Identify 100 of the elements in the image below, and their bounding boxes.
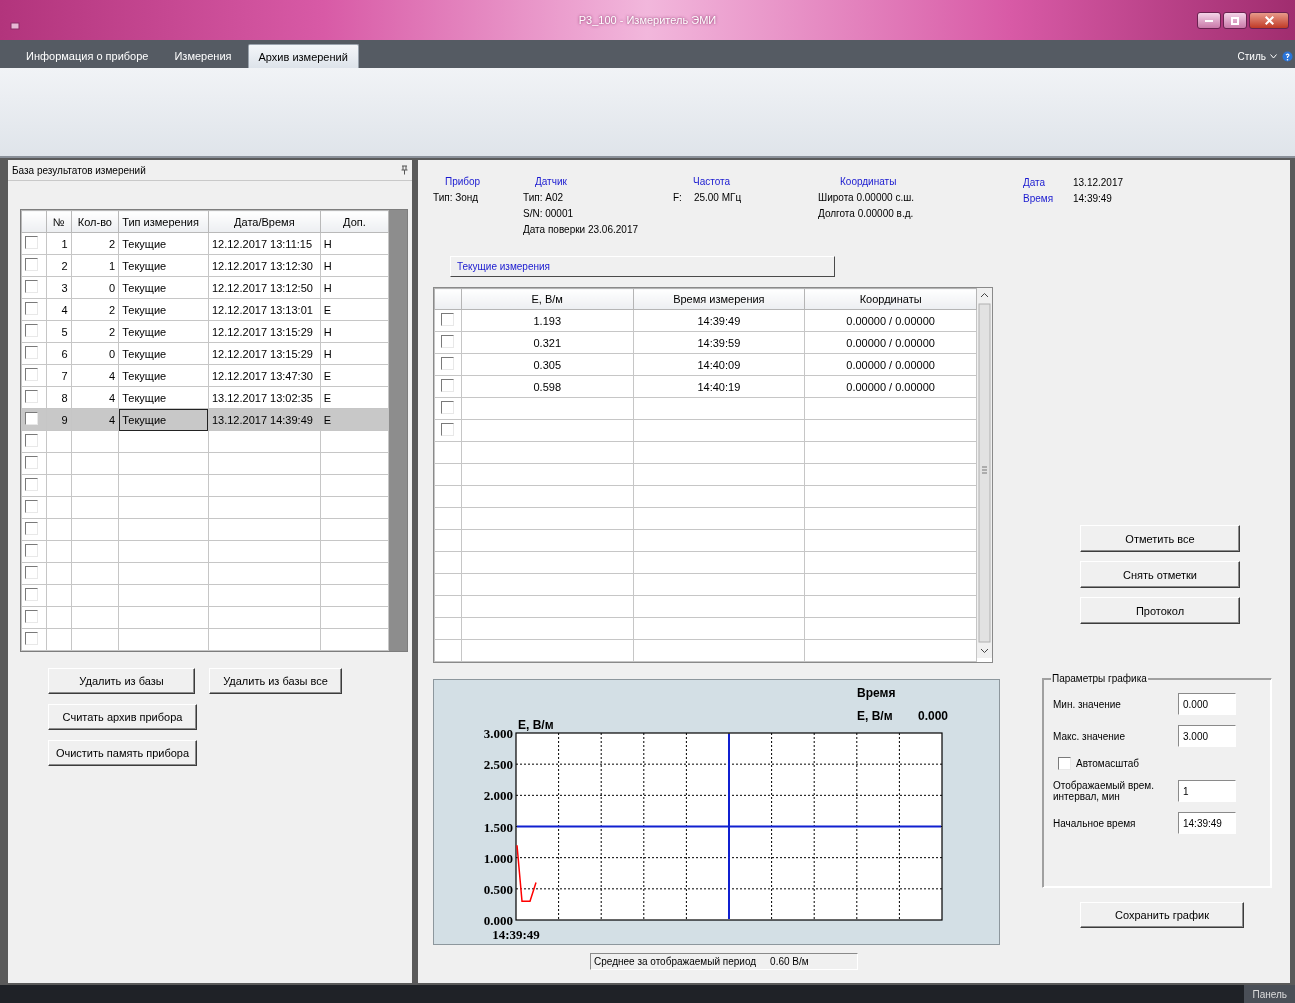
checkbox[interactable] (25, 258, 38, 271)
checkbox[interactable] (25, 478, 38, 491)
checkbox[interactable] (25, 610, 38, 623)
table-cell: 0 (109, 281, 116, 294)
table-cell: Текущие (122, 347, 167, 360)
checkbox[interactable] (25, 544, 38, 557)
close-button[interactable] (1249, 12, 1289, 29)
table-cell: Н (323, 325, 332, 338)
readout-value: 0.000 (918, 709, 949, 723)
checkbox[interactable] (441, 357, 455, 370)
table-cell: 4 (61, 303, 68, 316)
save-chart-button[interactable]: Сохранить график (1080, 902, 1244, 928)
checkbox[interactable] (1058, 757, 1071, 770)
maximize-button[interactable] (1223, 12, 1247, 29)
checkbox[interactable] (25, 588, 38, 601)
table-cell: 2 (109, 303, 116, 316)
read-archive-button[interactable]: Считать архив прибора (48, 704, 197, 730)
window-title: Р3_100 - Измеритель ЭМИ (578, 14, 717, 26)
column-header: Доп. (320, 210, 389, 233)
input-field[interactable]: 0.000 (1178, 693, 1236, 715)
scrollbar[interactable] (977, 288, 992, 658)
checkbox[interactable] (25, 368, 38, 381)
info-text: Дата поверки 23.06.2017 (523, 224, 639, 235)
table-cell: 4 (109, 369, 116, 382)
tab[interactable]: Измерения (164, 44, 242, 68)
input-field[interactable]: 1 (1178, 780, 1236, 802)
clear-memory-button[interactable]: Очистить память прибора (48, 740, 197, 766)
table-cell: Е (323, 413, 332, 426)
mark-all-button[interactable]: Отметить все (1080, 525, 1240, 552)
info-text: S/N: 00001 (523, 208, 575, 219)
table-cell: Е (323, 303, 332, 316)
info-text: Долгота 0.00000 в.д. (818, 208, 915, 219)
checkbox[interactable] (25, 456, 38, 469)
report-button[interactable]: Протокол (1080, 597, 1240, 624)
readout-label: E, В/м (857, 709, 893, 723)
checkbox[interactable] (25, 346, 38, 359)
table-cell: 7 (61, 369, 68, 382)
pin-icon[interactable] (401, 165, 408, 175)
field-label: Начальное время (1053, 817, 1137, 829)
checkbox[interactable] (25, 566, 38, 579)
cursor-line[interactable] (516, 825, 942, 828)
checkbox[interactable] (25, 412, 38, 425)
section-label: Прибор (444, 176, 482, 187)
signal-trace (516, 844, 537, 903)
delete-button[interactable]: Удалить из базы (48, 668, 195, 694)
axis-title: E, В/м (518, 718, 554, 732)
y-tick-label: 2.500 (483, 757, 513, 773)
input-field[interactable]: 14:39:49 (1178, 812, 1236, 834)
delete-all-button[interactable]: Удалить из базы все (209, 668, 342, 694)
scrollbar[interactable] (389, 210, 407, 651)
section-label: Координаты (839, 176, 898, 187)
table-cell: Н (323, 281, 332, 294)
table-cell: Текущие (122, 369, 167, 382)
info-text: Тип: Зонд (433, 192, 480, 203)
column-header: Тип измерения (118, 210, 209, 233)
table-cell: 9 (61, 413, 68, 426)
table-cell: 14:40:09 (697, 358, 741, 371)
checkbox[interactable] (441, 335, 455, 348)
checkbox[interactable] (25, 522, 38, 535)
tab[interactable]: Архив измерений (247, 44, 359, 68)
checkbox[interactable] (25, 280, 38, 293)
table-cell: 12.12.2017 13:12:50 (211, 281, 313, 294)
checkbox[interactable] (25, 302, 38, 315)
help-icon[interactable] (1282, 50, 1293, 62)
table-cell: 0.321 (533, 336, 561, 349)
field-value: 0.60 В/м (770, 956, 809, 967)
table-cell: Текущие (122, 303, 167, 316)
checkbox[interactable] (441, 401, 455, 414)
minimize-button[interactable] (1197, 12, 1221, 29)
unmark-button[interactable]: Снять отметки (1080, 561, 1240, 588)
checkbox[interactable] (25, 632, 38, 645)
panel-title: База результатов измерений (12, 164, 146, 176)
table-cell: 5 (61, 325, 68, 338)
checkbox[interactable] (25, 500, 38, 513)
table-cell: 1.193 (533, 314, 561, 327)
checkbox[interactable] (441, 313, 455, 326)
checkbox[interactable] (25, 434, 38, 447)
table-cell: Текущие (122, 413, 167, 426)
group-title: Параметры графика (1051, 673, 1148, 684)
table-cell: Текущие (122, 281, 167, 294)
table-cell: 12.12.2017 13:12:30 (211, 259, 313, 272)
table-cell: 14:39:49 (697, 314, 741, 327)
tab[interactable]: Информация о приборе (16, 44, 159, 68)
app-icon (10, 22, 20, 30)
info-text: 14:39:49 (1073, 193, 1113, 204)
checkbox[interactable] (25, 390, 38, 403)
checkbox[interactable] (441, 423, 455, 436)
input-field[interactable]: 3.000 (1178, 725, 1236, 747)
table-cell: Текущие (122, 391, 167, 404)
table-cell: 14:40:19 (697, 380, 741, 393)
checkbox[interactable] (25, 236, 38, 249)
column-header: Кол-во (71, 210, 119, 233)
checkbox[interactable] (441, 379, 455, 392)
style-menu[interactable]: Стиль (1237, 50, 1277, 62)
table-cell: 2 (109, 237, 116, 250)
table-cell: 12.12.2017 13:13:01 (211, 303, 313, 316)
field-label: Отображаемый врем. интервал, мин (1053, 780, 1155, 802)
info-text: F: (673, 192, 682, 203)
checkbox[interactable] (25, 324, 38, 337)
panel-button[interactable]: Панель (1244, 985, 1295, 1003)
